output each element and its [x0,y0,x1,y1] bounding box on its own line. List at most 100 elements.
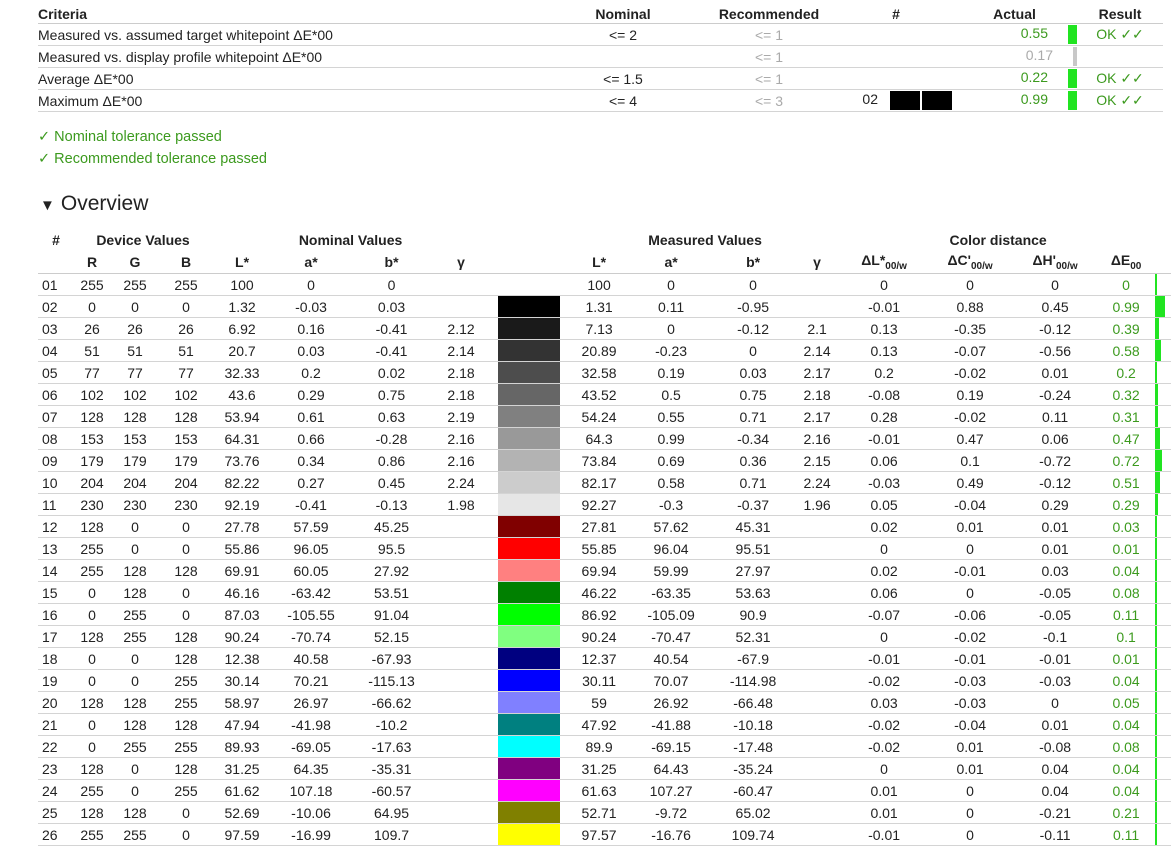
color-swatch [489,823,570,846]
cell: 128 [160,757,213,780]
color-swatch [489,801,570,824]
cell: -105.09 [629,603,714,626]
cell: -0.12 [1013,317,1098,340]
cell: 0 [110,537,160,560]
cell: 0 [927,537,1014,560]
delta-e-cell: 0.01 [1097,537,1156,560]
cell: 2.19 [433,405,490,428]
cell: 0.63 [350,405,434,428]
cell: -0.41 [272,493,351,516]
cell: 0.45 [1013,295,1098,318]
cell: 2.15 [793,449,842,472]
cell: 109.74 [713,823,794,846]
cell: 52.71 [569,801,630,824]
cell: 2.18 [793,383,842,406]
cell: 20.89 [569,339,630,362]
cell: -0.02 [927,361,1014,384]
cell: 2.24 [433,471,490,494]
color-swatch [489,625,570,648]
cell: 0 [160,581,213,604]
cell: 0.04 [1013,779,1098,802]
triangle-down-icon: ▼ [40,197,55,214]
cell: 128 [160,713,213,736]
cell: 40.54 [629,647,714,670]
cell: 70.07 [629,669,714,692]
cell: -9.72 [629,801,714,824]
cell: 0.36 [713,449,794,472]
delta-e-bar-cell [1155,295,1171,318]
delta-e-bar-cell [1155,427,1171,450]
cell: 26 [74,317,110,340]
cell: 0 [927,801,1014,824]
cell: 0.69 [629,449,714,472]
row-number: 03 [38,317,74,340]
cell: 0.11 [1013,405,1098,428]
delta-e-cell: 0.01 [1097,647,1156,670]
cell: -0.11 [1013,823,1098,846]
cell: 0 [1013,691,1098,714]
number-cell [840,45,952,68]
overview-section-toggle[interactable]: ▼ Overview [40,192,148,216]
cell: 43.6 [212,383,273,406]
cell: -60.47 [713,779,794,802]
cell: -63.42 [272,581,351,604]
cell: 0 [110,295,160,318]
cell: 107.27 [629,779,714,802]
color-swatch [489,559,570,582]
cell: 0.19 [927,383,1014,406]
cell [433,669,490,692]
cell: -0.02 [841,669,928,692]
cell: -0.03 [841,471,928,494]
cell [793,647,842,670]
table-row: 15 0 128 0 46.16 -63.42 53.51 46.22 -63.35 53.63 0… [38,581,1171,604]
cell: -41.98 [272,713,351,736]
cell: 26.92 [629,691,714,714]
cell: -0.13 [350,493,434,516]
cell: -66.62 [350,691,434,714]
cell: 86.92 [569,603,630,626]
cell: 102 [74,383,110,406]
cell [793,581,842,604]
cell: 128 [110,559,160,582]
cell: 64.95 [350,801,434,824]
swatch-measured [922,91,952,110]
nominal-tolerance-status: ✓ Nominal tolerance passed [38,129,222,145]
cell: 95.51 [713,537,794,560]
cell: 0.75 [350,383,434,406]
cell: -0.08 [841,383,928,406]
cell: 230 [74,493,110,516]
table-row: 08 153 153 153 64.31 0.66 -0.28 2.16 64.3 0.99 -0.… [38,427,1171,450]
actual-cell: 0.17 [952,45,1077,68]
cell: 0.99 [629,427,714,450]
row-number: 06 [38,383,74,406]
cell: 57.59 [272,515,351,538]
result-cell: OK ✓✓ [1077,67,1163,90]
delta-e-cell: 0.51 [1097,471,1156,494]
cell: -0.34 [713,427,794,450]
cell: 61.63 [569,779,630,802]
cell: 97.57 [569,823,630,846]
delta-e-cell: 0 [1097,273,1156,296]
cell: 26 [110,317,160,340]
cell [793,669,842,692]
cell: 179 [74,449,110,472]
col-header: B [160,250,213,274]
cell: 255 [110,603,160,626]
cell: 0 [841,537,928,560]
table-row: 16 0 255 0 87.03 -105.55 91.04 86.92 -105.09 90.9… [38,603,1171,626]
cell [433,625,490,648]
cell: 0.27 [272,471,351,494]
cell: 0.05 [841,493,928,516]
cell: -114.98 [713,669,794,692]
col-header: γ [793,250,842,274]
cell: 128 [110,581,160,604]
cell: 0.29 [272,383,351,406]
cell: 90.24 [212,625,273,648]
delta-e-bar-cell [1155,515,1171,538]
cell: 65.02 [713,801,794,824]
cell: 0.01 [1013,713,1098,736]
table-row: 06 102 102 102 43.6 0.29 0.75 2.18 43.52 0.5 0.75 2… [38,383,1171,406]
cell: 89.93 [212,735,273,758]
recommended-cell: <= 1 [698,45,840,68]
cell: -0.01 [841,295,928,318]
